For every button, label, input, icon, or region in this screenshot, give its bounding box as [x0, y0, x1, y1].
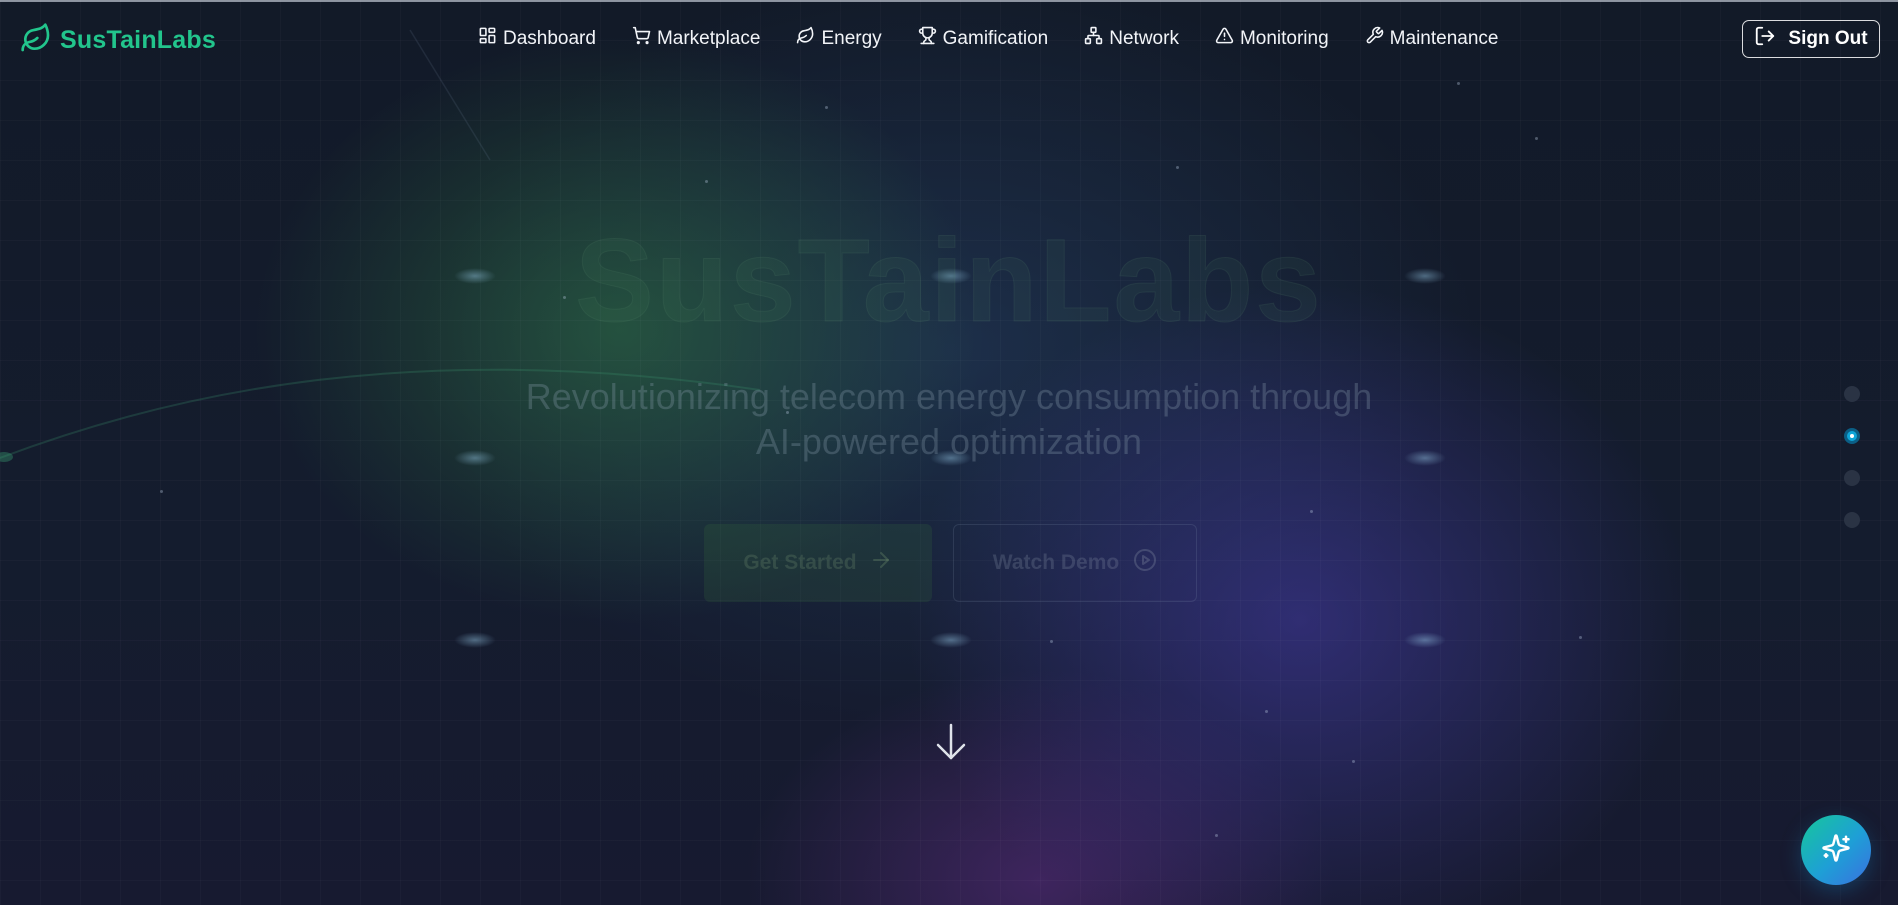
hero-subtitle-line-2: AI-powered optimization: [755, 421, 1143, 462]
hero-title: SusTainLabs: [575, 215, 1323, 347]
trophy-icon: [918, 26, 937, 51]
nav-item-maintenance[interactable]: Maintenance: [1365, 26, 1499, 51]
leaf-icon: [20, 22, 52, 59]
hero-subtitle-line-1: Revolutionizing telecom energy consumpti…: [525, 376, 1373, 417]
cart-icon: [632, 26, 651, 51]
sparkles-icon: [1821, 833, 1851, 868]
nav-item-label: Network: [1109, 27, 1179, 49]
nav-item-monitoring[interactable]: Monitoring: [1215, 26, 1329, 51]
watch-demo-button[interactable]: Watch Demo: [953, 524, 1197, 602]
nav-item-network[interactable]: Network: [1084, 26, 1179, 51]
sign-out-button[interactable]: Sign Out: [1742, 20, 1880, 58]
section-dot-3[interactable]: [1844, 470, 1860, 486]
section-dot-1[interactable]: [1844, 386, 1860, 402]
alert-triangle-icon: [1215, 26, 1234, 51]
section-dot-4[interactable]: [1844, 512, 1860, 528]
nav-item-label: Energy: [821, 27, 882, 49]
hero-subtitle: Revolutionizing telecom energy consumpti…: [440, 374, 1458, 464]
nav-item-marketplace[interactable]: Marketplace: [632, 26, 761, 51]
get-started-label: Get Started: [743, 551, 857, 574]
nav-item-label: Marketplace: [656, 27, 761, 49]
nav-item-label: Gamification: [942, 27, 1049, 49]
play-circle-icon: [1133, 548, 1157, 578]
brand-logo[interactable]: SusTainLabs: [20, 22, 216, 59]
sign-out-label: Sign Out: [1788, 28, 1868, 49]
nav-item-dashboard[interactable]: Dashboard: [478, 26, 596, 51]
nav-item-gamification[interactable]: Gamification: [918, 26, 1049, 51]
top-navbar: SusTainLabs Dashboard Marketplace Energy…: [0, 0, 1898, 80]
ai-assistant-button[interactable]: [1801, 815, 1871, 885]
watch-demo-label: Watch Demo: [992, 551, 1120, 574]
nav-item-energy[interactable]: Energy: [796, 26, 882, 51]
get-started-button[interactable]: Get Started: [704, 524, 932, 602]
section-navigation-dots: [1842, 386, 1862, 536]
nav-item-label: Maintenance: [1389, 27, 1499, 49]
nav-item-label: Monitoring: [1239, 27, 1329, 49]
grid-icon: [478, 26, 497, 51]
arrow-right-icon: [869, 548, 893, 578]
wrench-icon: [1365, 26, 1384, 51]
brand-name: SusTainLabs: [60, 26, 216, 54]
network-icon: [1084, 26, 1103, 51]
scroll-down-icon[interactable]: [934, 722, 968, 762]
leaf-icon: [796, 26, 815, 51]
section-dot-2[interactable]: [1844, 428, 1860, 444]
nav-item-label: Dashboard: [503, 27, 596, 49]
log-out-icon: [1754, 25, 1776, 53]
main-menu: Dashboard Marketplace Energy Gamificatio…: [478, 26, 1498, 51]
